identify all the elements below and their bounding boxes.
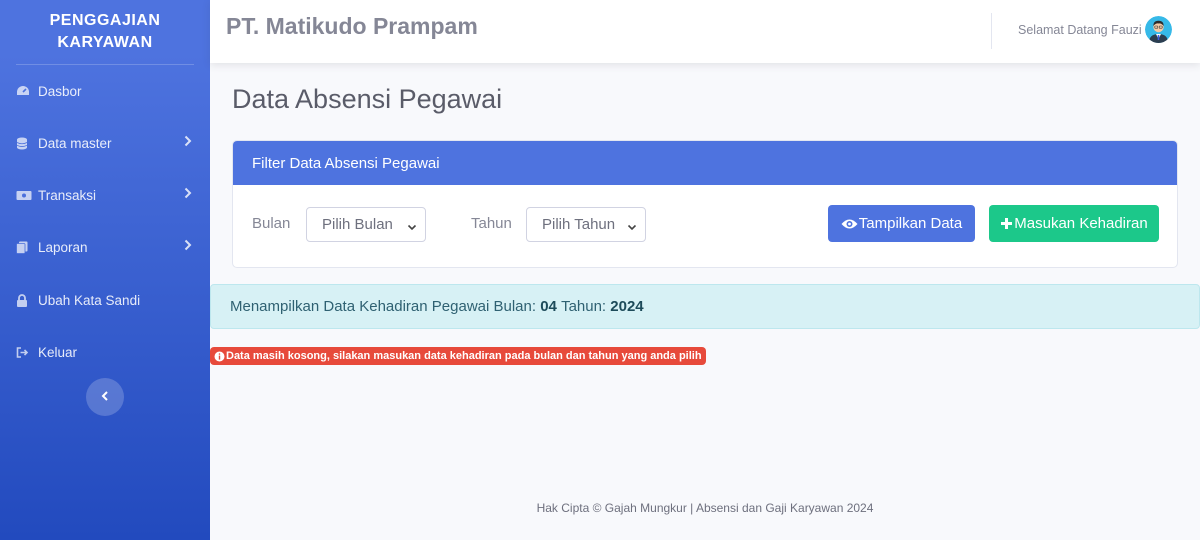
info-bar: Menampilkan Data Kehadiran Pegawai Bulan…	[210, 284, 1200, 329]
year-label: Tahun	[471, 215, 512, 232]
chevron-left-icon	[101, 388, 109, 406]
footer-copyright: Hak Cipta © Gajah Mungkur | Absensi dan …	[536, 501, 874, 515]
info-circle-icon	[214, 351, 225, 362]
chevron-down-icon	[407, 219, 417, 236]
sidebar-item-label: Dasbor	[38, 83, 82, 99]
add-attendance-label: Masukan Kehadiran	[1014, 215, 1148, 232]
sidebar-item-label: Data master	[38, 135, 112, 151]
empty-data-alert: Data masih kosong, silakan masukan data …	[210, 347, 706, 365]
sidebar-item-label: Ubah Kata Sandi	[38, 292, 141, 308]
copy-icon	[16, 241, 38, 254]
info-prefix: Menampilkan Data Kehadiran Pegawai Bulan…	[230, 298, 537, 315]
database-icon	[16, 137, 38, 150]
dashboard-icon	[16, 85, 38, 97]
year-select[interactable]: Pilih Tahun	[526, 207, 646, 242]
sidebar-item-keluar[interactable]: Keluar	[0, 332, 210, 372]
user-avatar[interactable]	[1145, 16, 1172, 43]
filter-card: Filter Data Absensi Pegawai Bulan Pilih …	[232, 140, 1178, 268]
plus-icon	[1000, 217, 1013, 230]
sidebar-item-transaksi[interactable]: Transaksi	[0, 175, 210, 215]
chevron-right-icon	[184, 187, 192, 202]
sidebar-item-label: Keluar	[38, 344, 78, 360]
chevron-right-icon	[184, 135, 192, 150]
sidebar: PENGGAJIAN KARYAWAN Dasbor Data master T…	[0, 0, 210, 540]
add-attendance-button[interactable]: Masukan Kehadiran	[989, 205, 1159, 242]
chevron-down-icon	[627, 219, 637, 236]
month-label: Bulan	[252, 215, 291, 232]
info-month: 04	[540, 298, 557, 315]
eye-icon	[841, 218, 858, 230]
sidebar-item-ubah-kata-sandi[interactable]: Ubah Kata Sandi	[0, 280, 210, 320]
chevron-right-icon	[184, 239, 192, 254]
sidebar-item-label: Laporan	[38, 239, 88, 255]
show-data-label: Tampilkan Data	[858, 215, 963, 232]
brand-line-1: PENGGAJIAN	[49, 12, 161, 29]
page-title: Data Absensi Pegawai	[232, 84, 503, 114]
sign-out-icon	[16, 346, 38, 358]
year-select-value: Pilih Tahun	[542, 216, 616, 233]
money-icon	[16, 190, 38, 201]
show-data-button[interactable]: Tampilkan Data	[828, 205, 975, 242]
sidebar-item-laporan[interactable]: Laporan	[0, 227, 210, 267]
brand-line-2: KARYAWAN	[57, 34, 153, 51]
sidebar-divider	[16, 64, 194, 65]
filter-card-header: Filter Data Absensi Pegawai	[233, 141, 1177, 185]
month-select[interactable]: Pilih Bulan	[306, 207, 426, 242]
sidebar-toggle-button[interactable]	[86, 378, 124, 416]
brand-logo[interactable]: PENGGAJIAN KARYAWAN	[0, 0, 210, 64]
topbar: PT. Matikudo Prampam Selamat Datang Fauz…	[210, 0, 1200, 63]
sidebar-item-label: Transaksi	[38, 187, 97, 203]
company-name: PT. Matikudo Prampam	[226, 13, 478, 39]
sidebar-item-dasbor[interactable]: Dasbor	[0, 71, 210, 111]
lock-icon	[16, 293, 38, 307]
welcome-text[interactable]: Selamat Datang Fauzi	[1018, 23, 1142, 37]
sidebar-item-data-master[interactable]: Data master	[0, 123, 210, 163]
info-year-label: Tahun:	[561, 298, 607, 315]
info-year: 2024	[610, 298, 644, 315]
topbar-divider	[991, 13, 992, 49]
empty-data-message: Data masih kosong, silakan masukan data …	[226, 350, 702, 362]
month-select-value: Pilih Bulan	[322, 216, 393, 233]
